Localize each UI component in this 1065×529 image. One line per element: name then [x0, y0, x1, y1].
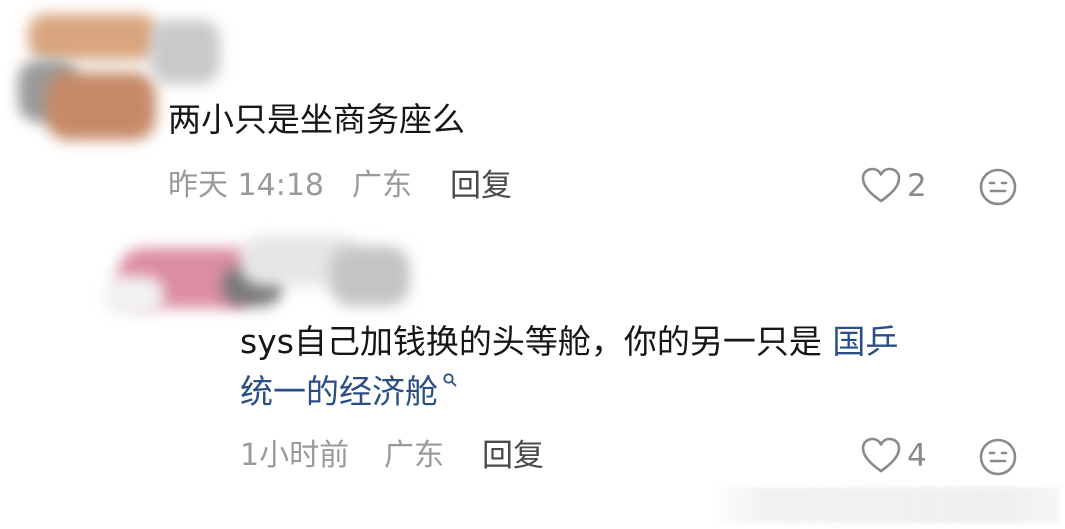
search-icon[interactable] — [442, 372, 458, 388]
topic-link[interactable]: 国乒 — [832, 322, 898, 361]
like-count: 4 — [907, 438, 927, 474]
comment-location: 广东 — [352, 168, 412, 203]
reply-button[interactable]: 回复 — [482, 436, 544, 476]
comment-text: sys自己加钱换的头等舱，你的另一只是 — [240, 322, 833, 361]
comment-time: 1小时前 — [240, 438, 350, 473]
comment-content-line1: sys自己加钱换的头等舱，你的另一只是 国乒 — [240, 318, 898, 366]
topic-link[interactable]: 统一的经济舱 — [240, 372, 438, 411]
comment-content-line2[interactable]: 统一的经济舱 — [240, 368, 458, 416]
reply-button[interactable]: 回复 — [450, 166, 512, 206]
heart-outline-icon[interactable] — [860, 166, 902, 206]
neutral-face-icon[interactable] — [978, 437, 1018, 477]
comment-content: 两小只是坐商务座么 — [168, 100, 465, 139]
comment-thread: 两小只是坐商务座么 昨天 14:18 广东 回复 2 sys自己加钱换的头等舱，… — [0, 0, 1065, 529]
neutral-face-icon[interactable] — [978, 167, 1018, 207]
comment-time: 昨天 14:18 — [168, 168, 324, 203]
comment-location: 广东 — [384, 438, 444, 473]
watermark — [710, 487, 1060, 523]
like-count: 2 — [907, 168, 927, 204]
heart-outline-icon[interactable] — [860, 436, 902, 476]
